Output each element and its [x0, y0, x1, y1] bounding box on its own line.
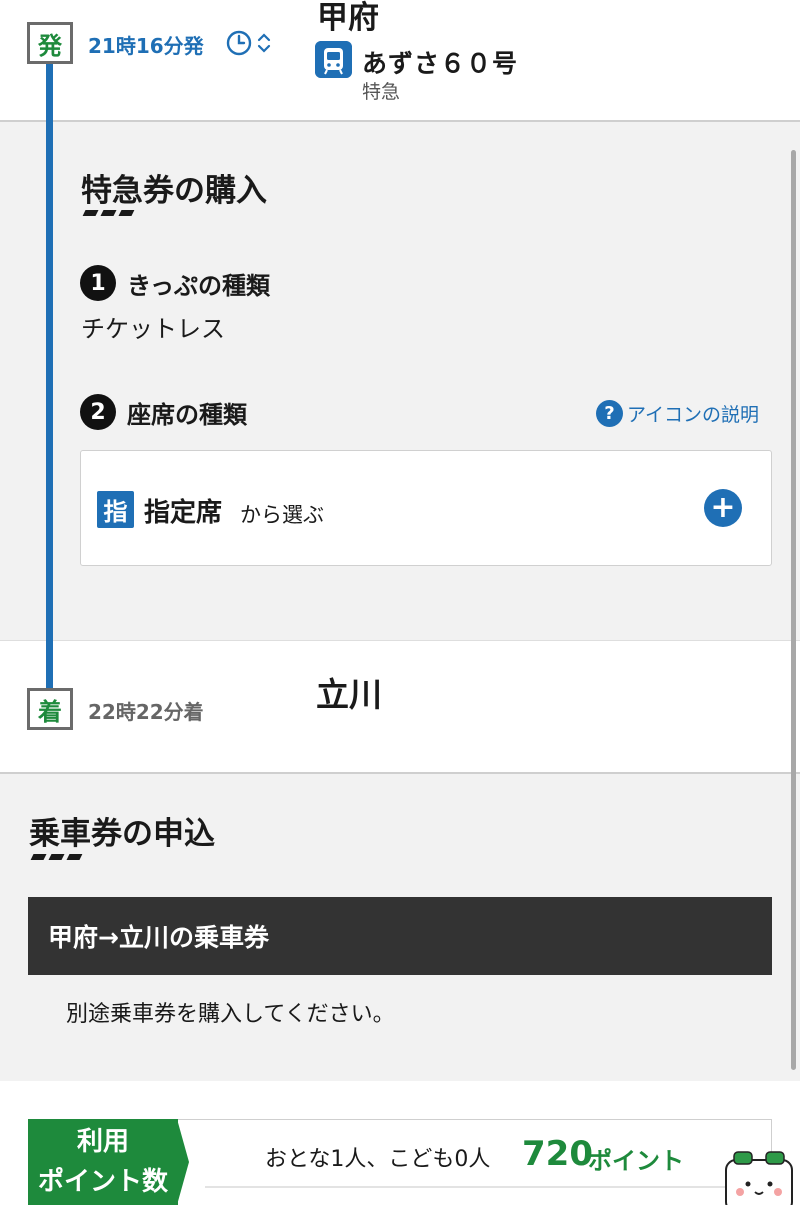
reserved-seat-badge: 指	[97, 491, 134, 528]
arrival-badge: 着	[27, 688, 73, 730]
sort-toggle-icon[interactable]	[257, 31, 271, 55]
mascot-icon	[725, 1151, 793, 1205]
plus-icon[interactable]: +	[704, 489, 742, 527]
reserved-seat-suffix: から選ぶ	[240, 503, 324, 527]
passenger-count: おとな1人、こども0人	[265, 1147, 491, 1172]
clock-icon[interactable]	[226, 30, 252, 56]
heading-dash-decoration	[30, 854, 83, 860]
reserved-seat-option[interactable]: 指 指定席 から選ぶ +	[80, 450, 772, 566]
points-unit: ポイント	[588, 1147, 684, 1175]
ticket-type-value: チケットレス	[81, 315, 225, 343]
train-type: 特急	[362, 81, 401, 103]
step-1-number: 1	[80, 265, 116, 301]
points-label-line1: 利用	[76, 1127, 129, 1157]
points-label-line2: ポイント数	[37, 1167, 168, 1197]
heading-dash-decoration	[82, 210, 135, 216]
arrival-station: 立川	[316, 675, 382, 714]
departure-station: 甲府	[317, 0, 379, 36]
train-icon	[315, 41, 352, 78]
express-ticket-heading: 特急券の購入	[81, 173, 267, 209]
seat-type-label: 座席の種類	[127, 401, 247, 429]
departure-badge: 発	[27, 22, 73, 64]
departure-time: 21時16分発	[88, 34, 204, 58]
ticket-type-label: きっぷの種類	[127, 272, 271, 300]
points-value: 720	[522, 1134, 593, 1174]
points-label: 利用 ポイント数	[28, 1119, 178, 1205]
reserved-seat-name: 指定席	[144, 498, 223, 528]
points-divider	[205, 1186, 765, 1188]
icon-help-link[interactable]: ? アイコンの説明	[596, 400, 759, 427]
question-icon: ?	[596, 400, 623, 427]
fare-ticket-title-bar: 甲府→立川の乗車券	[28, 897, 772, 975]
train-name: あずさ６０号	[362, 49, 519, 78]
route-line	[46, 60, 53, 690]
arrival-time: 22時22分着	[88, 700, 204, 724]
step-2-number: 2	[80, 394, 116, 430]
fare-ticket-heading: 乗車券の申込	[29, 816, 215, 852]
points-label-arrow	[177, 1119, 189, 1205]
fare-ticket-note: 別途乗車券を購入してください。	[66, 1002, 395, 1027]
scrollbar[interactable]	[791, 150, 796, 1070]
icon-help-link-label: アイコンの説明	[627, 404, 760, 426]
